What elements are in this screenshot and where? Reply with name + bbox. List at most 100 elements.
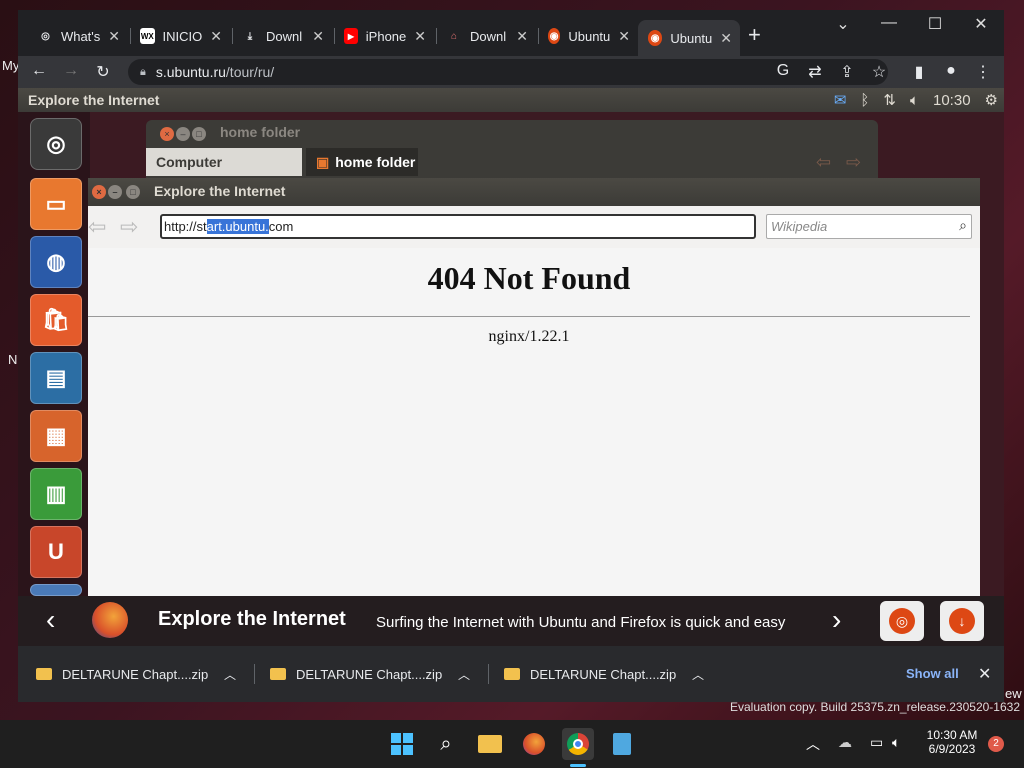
volume-icon[interactable]: 🔈︎ [910, 92, 919, 109]
start-button[interactable] [386, 728, 418, 760]
reload-icon[interactable]: ↻ [92, 62, 114, 82]
url-input[interactable]: http://start.ubuntu.com [160, 214, 756, 239]
share-icon[interactable]: ⇪ [836, 62, 858, 82]
tab-1[interactable]: ◎ What's ✕ [28, 22, 128, 50]
tab-label: What's [60, 28, 101, 44]
new-tab-button[interactable]: + [748, 22, 761, 48]
minimize-icon[interactable]: – [176, 127, 190, 141]
writer-icon[interactable]: ▤ [30, 352, 82, 404]
notepad-icon[interactable] [606, 728, 638, 760]
taskbar-clock[interactable]: 10:30 AM 6/9/2023 [922, 728, 982, 756]
search-icon[interactable]: ⌕ [430, 728, 462, 760]
show-all-button[interactable]: Show all [906, 666, 959, 681]
tab-active[interactable]: ◉ Ubuntu ✕ [638, 20, 740, 56]
close-icon[interactable]: ✕ [618, 28, 630, 45]
volume-icon[interactable]: 🔈︎ [892, 734, 900, 751]
sidebar-item-computer[interactable]: Computer [146, 148, 302, 176]
tab-label: Downl [266, 28, 303, 44]
impress-icon[interactable]: ▦ [30, 410, 82, 462]
back-arrow-icon[interactable]: ⇦ [816, 152, 831, 173]
download-item[interactable]: DELTARUNE Chapt....zip ︿ [252, 656, 484, 692]
tab-search-icon[interactable]: ⌄ [820, 14, 866, 34]
menu-icon[interactable]: ⋮ [972, 62, 994, 82]
panel-title: Explore the Internet [28, 92, 160, 108]
tab-label: Ubuntu [670, 30, 713, 46]
launcher-item-partial[interactable] [30, 584, 82, 596]
clock-date: 6/9/2023 [928, 742, 976, 756]
download-button[interactable]: ↓ [940, 601, 984, 641]
cloud-icon[interactable]: ☁ [838, 734, 852, 751]
forward-arrow-icon[interactable]: ⇨ [120, 214, 138, 240]
close-icon[interactable]: ✕ [978, 664, 991, 684]
bluetooth-icon[interactable]: ᛒ [860, 92, 869, 109]
forward-icon[interactable]: → [60, 62, 82, 80]
chevron-up-icon[interactable]: ︿ [692, 666, 704, 683]
ubuntu-one-icon[interactable]: U [30, 526, 82, 578]
chrome-icon: ◎ [41, 30, 50, 42]
downloads-bar: DELTARUNE Chapt....zip ︿ DELTARUNE Chapt… [18, 646, 1004, 702]
tab-label: Ubuntu [568, 28, 611, 44]
firefox-icon[interactable] [518, 728, 550, 760]
maximize-icon[interactable]: □ [192, 127, 206, 141]
chevron-up-icon[interactable]: ︿ [806, 734, 820, 754]
calc-icon[interactable]: ▥ [30, 468, 82, 520]
tab-6[interactable]: ◉ Ubuntu ✕ [538, 22, 638, 50]
firefox-window: × – □ Explore the Internet ⇦ ⇨ http://st… [88, 178, 980, 596]
download-filename: DELTARUNE Chapt....zip [62, 666, 209, 682]
tab-4[interactable]: ▶ iPhone ✕ [334, 22, 434, 50]
ubuntu-logo-button[interactable]: ◎ [880, 601, 924, 641]
side-panel-icon[interactable]: ▮ [908, 62, 930, 82]
next-arrow-icon[interactable]: › [832, 604, 841, 636]
tab-5[interactable]: ⌂ Downl ✕ [436, 22, 536, 50]
ubuntu-dash-icon[interactable]: ◎ [30, 118, 82, 170]
back-icon[interactable]: ← [28, 62, 50, 80]
page-title: 404 Not Found [427, 260, 631, 296]
tab-2[interactable]: WX INICIO ✕ [130, 22, 230, 50]
minimize-button[interactable]: — [866, 14, 912, 32]
home-folder-tab[interactable]: ▣ home folder [306, 148, 418, 176]
file-explorer-icon[interactable] [474, 728, 506, 760]
youtube-icon: ▶ [344, 28, 358, 44]
back-arrow-icon[interactable]: ⇦ [88, 214, 106, 240]
google-icon[interactable]: G [772, 62, 794, 80]
notification-badge[interactable]: 2 [988, 736, 1004, 752]
close-icon[interactable]: ✕ [516, 28, 528, 45]
lock-icon: 🔒︎ [140, 65, 146, 78]
clock-time: 10:30 AM [926, 728, 978, 742]
profile-icon[interactable]: ● [940, 62, 962, 80]
files-icon[interactable]: ▭ [30, 178, 82, 230]
close-icon[interactable]: ✕ [108, 28, 120, 45]
search-input[interactable]: Wikipedia ⌕ [766, 214, 972, 239]
bookmark-star-icon[interactable]: ☆ [868, 62, 890, 82]
chevron-up-icon[interactable]: ︿ [458, 666, 470, 683]
minimize-icon[interactable]: – [108, 185, 122, 199]
search-placeholder: Wikipedia [771, 219, 828, 234]
prev-arrow-icon[interactable]: ‹ [46, 604, 55, 636]
maximize-icon[interactable]: □ [126, 185, 140, 199]
translate-icon[interactable]: ⇄ [804, 62, 826, 82]
chrome-icon[interactable] [562, 728, 594, 760]
gear-icon[interactable]: ⚙ [985, 91, 998, 109]
tab-3[interactable]: ⤓ Downl ✕ [232, 22, 332, 50]
close-icon[interactable]: × [160, 127, 174, 141]
software-center-icon[interactable]: 🛍︎ [30, 294, 82, 346]
forward-arrow-icon[interactable]: ⇨ [846, 152, 861, 173]
firefox-icon[interactable]: ◍ [30, 236, 82, 288]
close-window-button[interactable]: ✕ [958, 14, 1004, 34]
network-icon[interactable]: ▭ [870, 734, 883, 751]
mail-icon[interactable]: ✉ [834, 91, 847, 109]
tab-label: INICIO [162, 28, 203, 44]
close-icon[interactable]: ✕ [414, 28, 426, 45]
download-item[interactable]: DELTARUNE Chapt....zip ︿ [18, 656, 250, 692]
search-icon[interactable]: ⌕ [959, 217, 967, 234]
close-icon[interactable]: ✕ [210, 28, 222, 45]
network-icon[interactable]: ⇅ [883, 91, 896, 109]
close-icon[interactable]: ✕ [720, 30, 732, 47]
close-icon[interactable]: × [92, 185, 106, 199]
url-text: http://st [164, 219, 207, 234]
close-icon[interactable]: ✕ [312, 28, 324, 45]
download-item[interactable]: DELTARUNE Chapt....zip ︿ [486, 656, 718, 692]
maximize-button[interactable]: ☐ [912, 14, 958, 34]
tab-strip: ◎ What's ✕ WX INICIO ✕ ⤓ Downl ✕ ▶ iPhon… [18, 10, 1004, 56]
chevron-up-icon[interactable]: ︿ [224, 666, 236, 683]
